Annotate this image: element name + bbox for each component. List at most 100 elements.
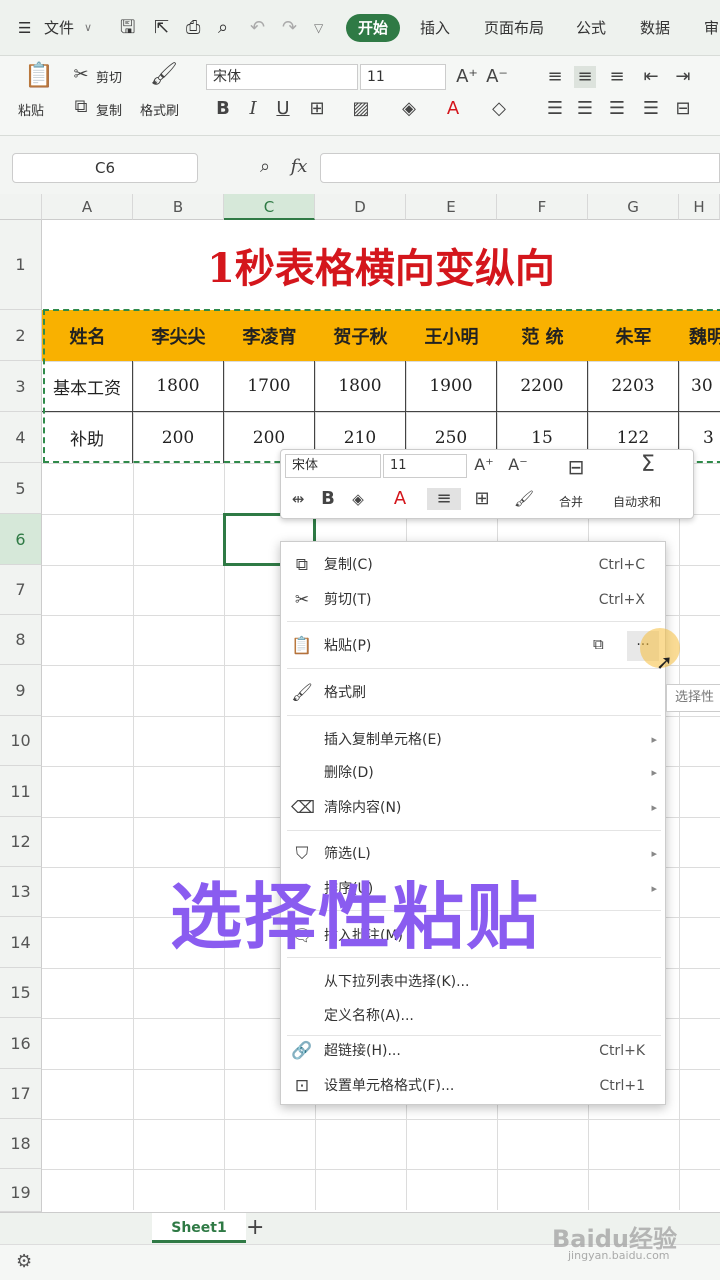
mini-font-grow-icon[interactable]: A⁺ xyxy=(473,454,495,476)
underline-button[interactable]: U xyxy=(272,98,294,120)
fill-pattern-icon[interactable]: ▨ xyxy=(350,98,372,120)
align-left-icon[interactable]: ☰ xyxy=(544,98,566,120)
sum-icon[interactable]: Σ xyxy=(637,454,659,476)
border-icon[interactable]: ⊞ xyxy=(306,98,328,120)
col-header-g[interactable]: G xyxy=(588,194,679,220)
mini-wrap-icon[interactable]: ⇹ xyxy=(287,488,309,510)
font-grow-icon[interactable]: A⁺ xyxy=(456,66,478,88)
sheet-tab-sheet1[interactable]: Sheet1 xyxy=(152,1213,246,1243)
row-header-9[interactable]: 9 xyxy=(0,665,42,716)
mini-font-select[interactable]: 宋体 xyxy=(285,454,381,478)
col-header-b[interactable]: B xyxy=(133,194,224,220)
row-header-19[interactable]: 19 xyxy=(0,1169,42,1212)
row-header-18[interactable]: 18 xyxy=(0,1119,42,1169)
row-header-1[interactable]: 1 xyxy=(0,220,42,310)
quick-access-dropdown-icon[interactable]: ▽ xyxy=(314,14,323,42)
col-header-h[interactable]: H xyxy=(679,194,720,220)
row-header-16[interactable]: 16 xyxy=(0,1018,42,1069)
row-header-5[interactable]: 5 xyxy=(0,463,42,514)
col-header-c[interactable]: C xyxy=(224,194,315,220)
row-header-10[interactable]: 10 xyxy=(0,716,42,766)
row-header-17[interactable]: 17 xyxy=(0,1069,42,1119)
chevron-down-icon[interactable]: ∨ xyxy=(84,14,92,42)
print-icon[interactable]: ⎙ xyxy=(186,14,200,42)
mini-border-icon[interactable]: ⊞ xyxy=(471,488,493,510)
menu-item-paste[interactable]: 📋粘贴(P) ⧉ ··· xyxy=(281,629,667,663)
indent-decrease-icon[interactable]: ⇤ xyxy=(640,66,662,88)
col-header-e[interactable]: E xyxy=(406,194,497,220)
tab-data[interactable]: 数据 xyxy=(640,14,670,42)
row-header-15[interactable]: 15 xyxy=(0,968,42,1018)
tab-insert[interactable]: 插入 xyxy=(420,14,450,42)
menu-item-format-cells[interactable]: ⊡ 设置单元格格式(F)... Ctrl+1 xyxy=(281,1069,667,1103)
file-menu[interactable]: 文件 xyxy=(44,14,74,42)
print-preview-icon[interactable]: ⌕ xyxy=(218,14,228,42)
tab-review[interactable]: 审 xyxy=(704,14,719,42)
row-header-2[interactable]: 2 xyxy=(0,310,42,361)
redo-icon[interactable]: ↷ xyxy=(282,14,297,42)
row-header-13[interactable]: 13 xyxy=(0,867,42,917)
justify-icon[interactable]: ☰ xyxy=(640,98,662,120)
font-size-select[interactable]: 11 xyxy=(360,64,446,90)
row-header-6[interactable]: 6 xyxy=(0,514,42,565)
align-center-icon[interactable]: ☰ xyxy=(574,98,596,120)
mini-align-icon[interactable]: ≡ xyxy=(427,488,461,510)
tab-page-layout[interactable]: 页面布局 xyxy=(484,14,544,42)
menu-item-pick-from-list[interactable]: 从下拉列表中选择(K)... xyxy=(281,965,667,999)
tab-formula[interactable]: 公式 xyxy=(576,14,606,42)
format-painter-button[interactable]: 格式刷 xyxy=(140,100,179,119)
menu-item-delete[interactable]: 删除(D) ▸ xyxy=(281,756,667,790)
merge-button[interactable]: 合并 xyxy=(559,493,583,510)
fill-color-icon[interactable]: ◈ xyxy=(398,98,420,120)
menu-item-insert-copied-cells[interactable]: 插入复制单元格(E) ▸ xyxy=(281,723,667,757)
align-bottom-icon[interactable]: ≡ xyxy=(606,66,628,88)
menu-item-define-name[interactable]: 定义名称(A)... xyxy=(281,999,667,1033)
menu-item-copy[interactable]: ⧉ 复制(C) Ctrl+C xyxy=(281,548,667,582)
mini-font-color-icon[interactable]: A xyxy=(389,488,411,510)
copy-button[interactable]: 复制 xyxy=(96,100,122,119)
row-header-12[interactable]: 12 xyxy=(0,817,42,867)
hamburger-icon[interactable]: ☰ xyxy=(18,14,31,42)
font-name-select[interactable]: 宋体 xyxy=(206,64,358,90)
add-sheet-icon[interactable]: + xyxy=(246,1215,264,1240)
mini-fill-color-icon[interactable]: ◈ xyxy=(347,488,369,510)
font-shrink-icon[interactable]: A⁻ xyxy=(486,66,508,88)
font-color-icon[interactable]: A xyxy=(442,98,464,120)
row-header-8[interactable]: 8 xyxy=(0,615,42,665)
clear-format-icon[interactable]: ◇ xyxy=(488,98,510,120)
distributed-align-icon[interactable]: ⊟ xyxy=(672,98,694,120)
mini-font-shrink-icon[interactable]: A⁻ xyxy=(507,454,529,476)
col-header-a[interactable]: A xyxy=(42,194,133,220)
macro-icon[interactable]: ⚙ xyxy=(16,1251,32,1272)
row-header-11[interactable]: 11 xyxy=(0,766,42,817)
mini-format-painter-icon[interactable]: 🖌 xyxy=(513,488,535,510)
col-header-d[interactable]: D xyxy=(315,194,406,220)
name-box[interactable]: C6 xyxy=(12,153,198,183)
export-icon[interactable]: ⇱ xyxy=(154,14,169,42)
align-middle-icon[interactable]: ≡ xyxy=(574,66,596,88)
menu-item-clear-contents[interactable]: ⌫ 清除内容(N) ▸ xyxy=(281,791,667,825)
copy-icon[interactable]: ⧉ xyxy=(70,96,92,118)
menu-item-format-painter[interactable]: 🖌 格式刷 xyxy=(281,676,667,710)
paste-values-icon[interactable]: ⧉ xyxy=(593,635,604,653)
paste-button[interactable]: 粘贴 xyxy=(18,100,44,119)
row-header-3[interactable]: 3 xyxy=(0,361,42,412)
formula-input[interactable] xyxy=(320,153,720,183)
indent-increase-icon[interactable]: ⇥ xyxy=(672,66,694,88)
zoom-icon[interactable]: ⌕ xyxy=(254,156,276,178)
mini-bold-button[interactable]: B xyxy=(317,488,339,510)
col-header-f[interactable]: F xyxy=(497,194,588,220)
save-icon[interactable]: 🖫 xyxy=(120,14,135,42)
mini-size-select[interactable]: 11 xyxy=(383,454,467,478)
autosum-button[interactable]: 自动求和 xyxy=(613,493,661,510)
menu-item-cut[interactable]: ✂ 剪切(T) Ctrl+X xyxy=(281,583,667,617)
scissors-icon[interactable]: ✂ xyxy=(70,64,92,86)
align-right-icon[interactable]: ☰ xyxy=(606,98,628,120)
row-header-14[interactable]: 14 xyxy=(0,917,42,968)
row-header-4[interactable]: 4 xyxy=(0,412,42,463)
select-all-corner[interactable] xyxy=(0,194,42,220)
cut-button[interactable]: 剪切 xyxy=(96,67,122,86)
fx-icon[interactable]: fx xyxy=(286,156,312,178)
undo-icon[interactable]: ↶ xyxy=(250,14,265,42)
tab-start[interactable]: 开始 xyxy=(346,14,401,42)
